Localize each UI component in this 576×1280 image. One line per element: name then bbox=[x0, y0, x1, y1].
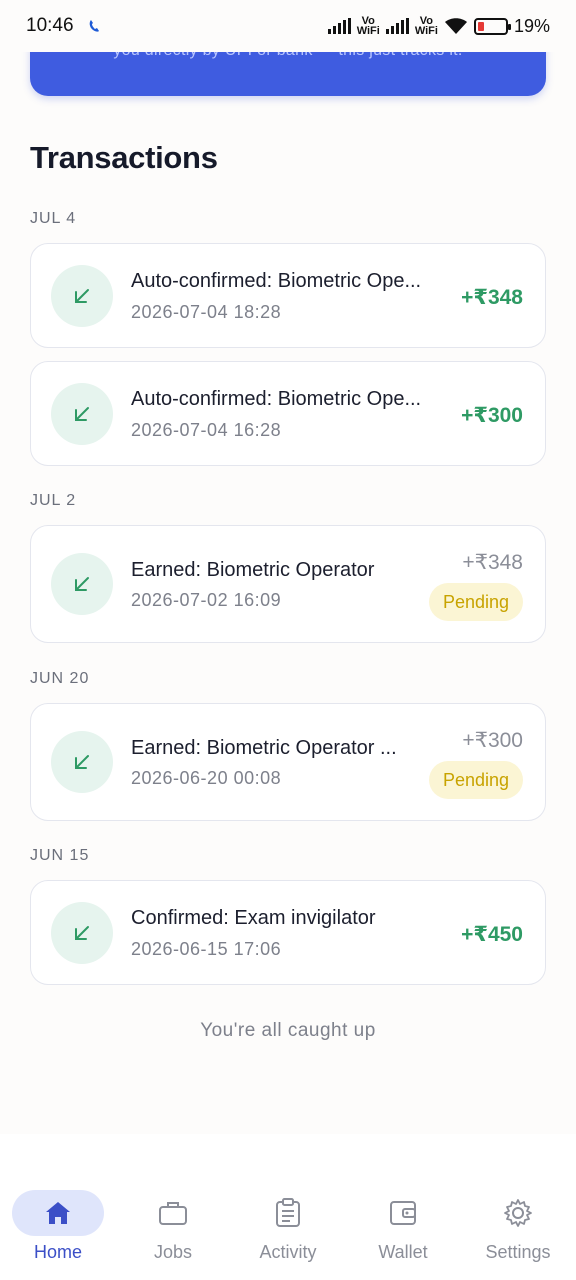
date-header: JUL 4 bbox=[30, 210, 77, 227]
gear-icon bbox=[472, 1190, 564, 1236]
nav-item-jobs[interactable]: Jobs bbox=[127, 1190, 219, 1280]
clipboard-icon bbox=[242, 1190, 334, 1236]
transaction-amount: +₹348 bbox=[461, 286, 523, 309]
date-header: JUN 20 bbox=[30, 670, 90, 687]
transaction-title: Earned: Biometric Operator ... bbox=[131, 737, 397, 759]
transaction-amount: +₹348 bbox=[462, 551, 523, 574]
transaction-title: Confirmed: Exam invigilator bbox=[131, 907, 376, 929]
signal-icon bbox=[327, 18, 351, 34]
briefcase-icon bbox=[127, 1190, 219, 1236]
status-bar: 10:46 Vo WiFi Vo WiFi 19% bbox=[0, 0, 576, 52]
transaction-title: Earned: Biometric Operator bbox=[131, 559, 375, 581]
transaction-card[interactable]: Auto-confirmed: Biometric Ope... 2026-07… bbox=[30, 243, 546, 348]
transaction-card[interactable]: Confirmed: Exam invigilator 2026-06-15 1… bbox=[30, 880, 546, 985]
transaction-card[interactable]: Earned: Biometric Operator 2026-07-02 16… bbox=[30, 525, 546, 643]
nav-item-home[interactable]: Home bbox=[12, 1190, 104, 1280]
transaction-amount: +₹300 bbox=[462, 729, 523, 752]
transaction-time: 2026-06-20 00:08 bbox=[131, 768, 282, 788]
volte-icon-2: Vo WiFi bbox=[414, 15, 438, 37]
transaction-card[interactable]: Auto-confirmed: Biometric Ope... 2026-07… bbox=[30, 361, 546, 466]
nav-item-wallet[interactable]: Wallet bbox=[357, 1190, 449, 1280]
incoming-arrow-icon bbox=[51, 553, 113, 615]
incoming-arrow-icon bbox=[51, 902, 113, 964]
call-icon bbox=[89, 20, 99, 32]
transaction-amount: +₹300 bbox=[461, 404, 523, 427]
clock: 10:46 bbox=[26, 15, 74, 36]
transaction-amount: +₹450 bbox=[461, 923, 523, 946]
date-header: JUN 15 bbox=[30, 847, 90, 864]
nav-label: Activity bbox=[259, 1242, 317, 1262]
nav-item-activity[interactable]: Activity bbox=[242, 1190, 334, 1280]
status-badge: Pending bbox=[428, 761, 523, 799]
incoming-arrow-icon bbox=[51, 265, 113, 327]
nav-label: Settings bbox=[485, 1242, 551, 1262]
page-title: Transactions bbox=[30, 140, 218, 175]
nav-label: Wallet bbox=[378, 1242, 428, 1262]
volte-icon: Vo WiFi bbox=[356, 15, 380, 37]
bottom-nav: Home Jobs Activity Wallet Settings bbox=[0, 1134, 576, 1280]
incoming-arrow-icon bbox=[51, 383, 113, 445]
date-header: JUL 2 bbox=[30, 492, 77, 509]
battery-icon bbox=[473, 17, 511, 35]
nav-item-settings[interactable]: Settings bbox=[472, 1190, 564, 1280]
nav-label: Home bbox=[33, 1242, 82, 1262]
transaction-time: 2026-07-04 16:28 bbox=[131, 420, 282, 440]
signal-icon-2 bbox=[385, 18, 409, 34]
nav-label: Jobs bbox=[153, 1242, 193, 1262]
battery-percent: 19% bbox=[513, 15, 550, 36]
transaction-title: Auto-confirmed: Biometric Ope... bbox=[131, 388, 422, 410]
status-badge: Pending bbox=[428, 583, 523, 621]
transaction-card[interactable]: Earned: Biometric Operator ... 2026-06-2… bbox=[30, 703, 546, 821]
wifi-icon bbox=[444, 18, 467, 34]
transaction-title: Auto-confirmed: Biometric Ope... bbox=[131, 270, 422, 292]
end-of-list-text: You're all caught up bbox=[200, 1020, 376, 1041]
transaction-time: 2026-07-02 16:09 bbox=[131, 590, 282, 610]
incoming-arrow-icon bbox=[51, 731, 113, 793]
transaction-time: 2026-07-04 18:28 bbox=[131, 302, 282, 322]
transaction-time: 2026-06-15 17:06 bbox=[131, 939, 282, 959]
wallet-icon bbox=[357, 1190, 449, 1236]
home-icon bbox=[12, 1190, 104, 1236]
